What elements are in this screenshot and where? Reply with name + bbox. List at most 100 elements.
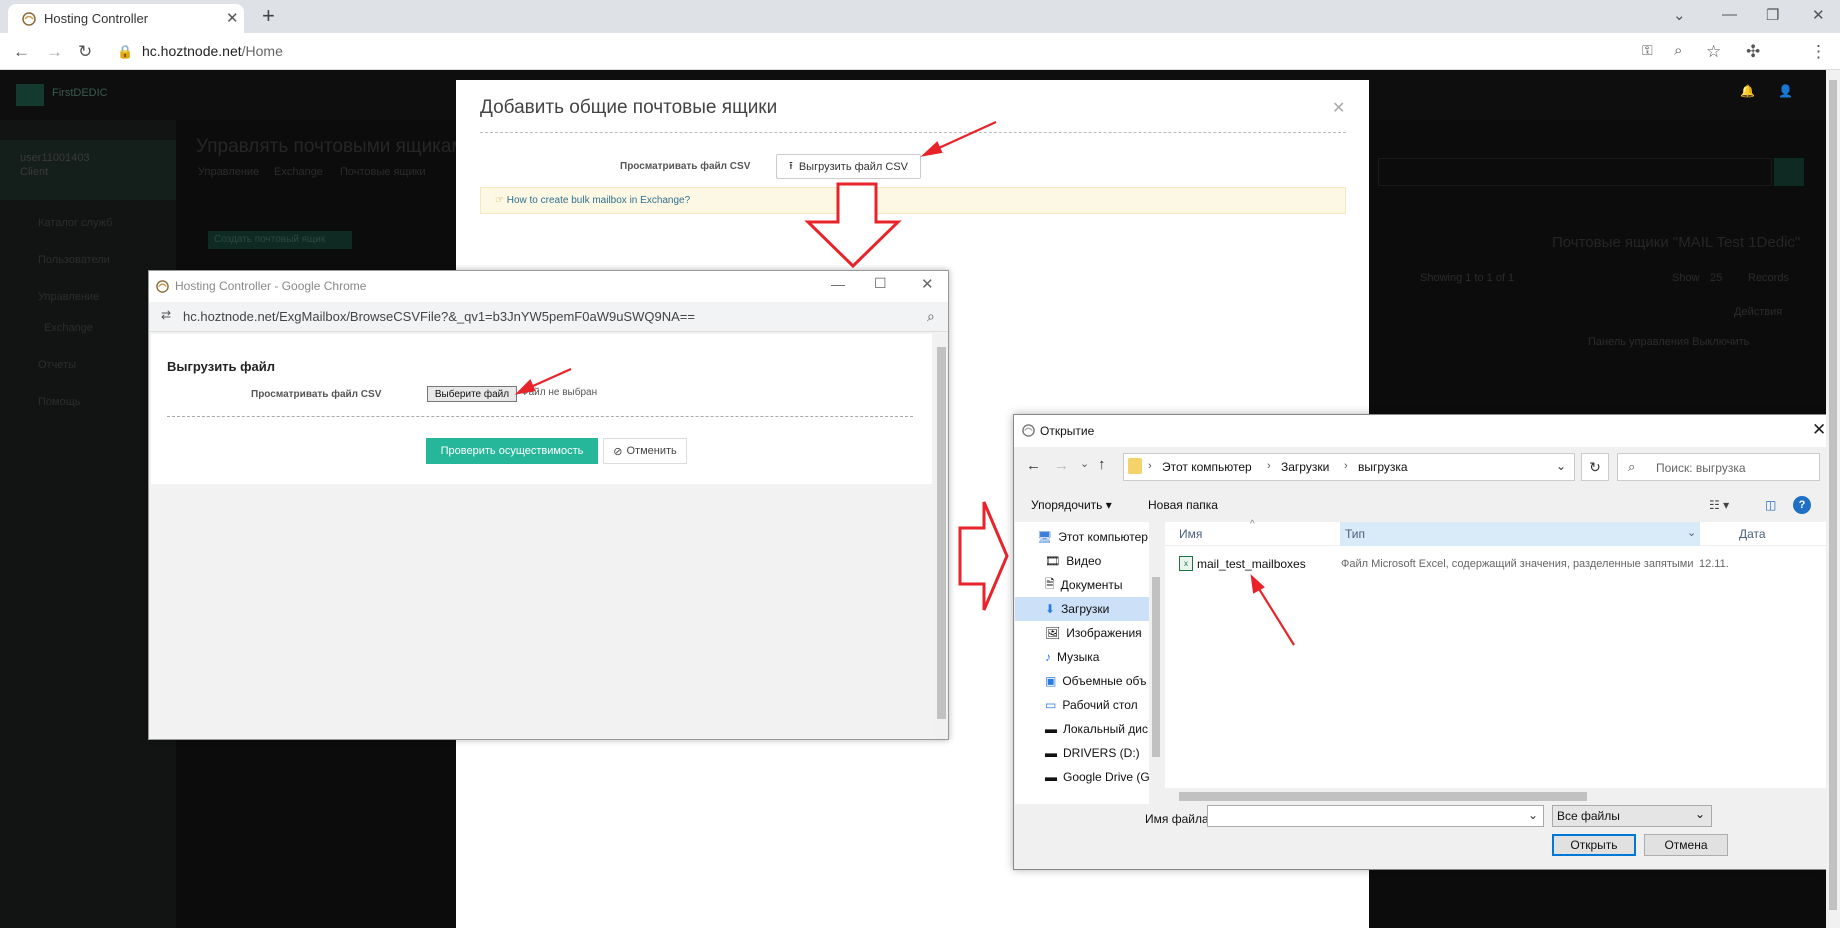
browser-tab[interactable]: Hosting Controller ✕ bbox=[8, 4, 244, 33]
nav-item-local-disk[interactable]: ▬ Локальный дис bbox=[1015, 717, 1149, 741]
chevron-down-icon[interactable]: ⌄ bbox=[1556, 459, 1566, 473]
scrollbar-thumb[interactable] bbox=[1179, 792, 1587, 801]
search-input[interactable]: ⌕ Поиск: выгрузка bbox=[1617, 453, 1820, 481]
bulk-mailbox-help-link[interactable]: How to create bulk mailbox in Exchange? bbox=[507, 195, 690, 206]
forward-icon[interactable]: → bbox=[1054, 457, 1069, 474]
new-tab-icon[interactable]: + bbox=[262, 3, 275, 29]
sidebar-item-catalog[interactable]: Каталог служб bbox=[38, 217, 112, 229]
nav-item-this-pc[interactable]: 🖥 Этот компьютер bbox=[1015, 525, 1149, 549]
hosting-controller-favicon bbox=[156, 280, 169, 293]
site-info-icon[interactable]: 🔒 bbox=[117, 44, 133, 60]
open-button[interactable]: Открыть bbox=[1552, 834, 1636, 856]
path-this-pc[interactable]: Этот компьютер bbox=[1162, 460, 1252, 474]
scrollbar-thumb[interactable] bbox=[1152, 577, 1160, 757]
close-tab-icon[interactable]: ✕ bbox=[226, 9, 239, 27]
sidebar-item-help[interactable]: Помощь bbox=[38, 396, 81, 408]
close-window-icon[interactable]: ✕ bbox=[1812, 6, 1825, 24]
close-icon[interactable]: ✕ bbox=[1332, 98, 1345, 118]
page-size-select[interactable]: 25 bbox=[1710, 272, 1722, 284]
sidebar-item-exchange[interactable]: Exchange bbox=[44, 322, 93, 334]
user-icon[interactable]: 👤 bbox=[1778, 84, 1793, 98]
forward-icon[interactable]: → bbox=[46, 42, 63, 62]
nav-item-videos[interactable]: 🎞 Видео bbox=[1015, 549, 1149, 573]
help-icon[interactable]: ? bbox=[1793, 496, 1811, 514]
sidebar-item-users[interactable]: Пользователи bbox=[38, 254, 110, 266]
path-export[interactable]: выгрузка bbox=[1358, 460, 1408, 474]
path-breadcrumb[interactable]: › Этот компьютер › Загрузки › выгрузка ⌄ bbox=[1123, 453, 1575, 481]
popup-url[interactable]: hc.hoztnode.net/ExgMailbox/BrowseCSVFile… bbox=[183, 309, 695, 324]
records-label: Records bbox=[1748, 272, 1789, 284]
chevron-down-icon: ⌄ bbox=[1687, 527, 1697, 539]
nav-item-downloads[interactable]: ⬇ Загрузки bbox=[1015, 597, 1149, 621]
upload-csv-button[interactable]: ⭱ Выгрузить файл CSV bbox=[776, 154, 921, 179]
up-icon[interactable]: ↑ bbox=[1098, 456, 1106, 473]
scrollbar-thumb[interactable] bbox=[1829, 80, 1837, 910]
page-scrollbar[interactable] bbox=[1826, 70, 1840, 928]
tune-icon[interactable]: ⇄ bbox=[161, 308, 171, 322]
nav-item-music[interactable]: ♪ Музыка bbox=[1015, 645, 1149, 669]
maximize-icon[interactable]: ☐ bbox=[874, 275, 887, 292]
zoom-icon[interactable]: ⌕ bbox=[1674, 42, 1682, 59]
nav-item-desktop[interactable]: ▭ Рабочий стол bbox=[1015, 693, 1149, 717]
tab-search-icon[interactable]: ⌄ bbox=[1673, 6, 1686, 24]
check-feasibility-button[interactable]: Проверить осуществимость bbox=[426, 438, 598, 464]
scrollbar-thumb[interactable] bbox=[937, 347, 946, 719]
search-input[interactable] bbox=[1378, 158, 1772, 186]
choose-file-button[interactable]: Выберите файл bbox=[427, 386, 517, 402]
cancel-button[interactable]: Отмена bbox=[1644, 834, 1728, 856]
file-row[interactable]: x mail_test_mailboxes Файл Microsoft Exc… bbox=[1165, 555, 1828, 575]
restore-icon[interactable]: ❐ bbox=[1766, 6, 1779, 24]
breadcrumb-mailboxes[interactable]: Почтовые ящики bbox=[340, 166, 426, 178]
close-icon[interactable]: ✕ bbox=[1812, 420, 1826, 440]
file-type: Файл Microsoft Excel, содержащий значени… bbox=[1341, 558, 1694, 570]
url-field[interactable]: hc.hoztnode.net/Home bbox=[142, 43, 283, 59]
recent-locations-icon[interactable]: ⌄ bbox=[1080, 457, 1089, 470]
preview-pane-icon[interactable]: ◫ bbox=[1765, 498, 1776, 512]
extensions-icon[interactable]: ✣ bbox=[1746, 42, 1760, 62]
tab-title: Hosting Controller bbox=[44, 11, 149, 26]
sidebar-item-reports[interactable]: Отчеты bbox=[38, 359, 76, 371]
breadcrumb-exchange[interactable]: Exchange bbox=[274, 166, 323, 178]
nav-item-documents[interactable]: 🗎 Документы bbox=[1015, 573, 1149, 597]
drive-icon: ▬ bbox=[1045, 770, 1057, 784]
divider bbox=[480, 132, 1346, 133]
refresh-button[interactable]: ↻ bbox=[1581, 453, 1609, 481]
file-name[interactable]: mail_test_mailboxes bbox=[1197, 557, 1306, 571]
notifications-icon[interactable]: 🔔 bbox=[1740, 84, 1755, 98]
browse-csv-label: Просматривать файл CSV bbox=[620, 161, 751, 172]
column-type-header[interactable]: Тип ⌄ bbox=[1340, 522, 1700, 546]
search-button[interactable] bbox=[1774, 158, 1804, 186]
minimize-icon[interactable]: — bbox=[1722, 6, 1737, 23]
back-icon[interactable]: ← bbox=[13, 42, 30, 62]
hamburger-icon[interactable] bbox=[16, 84, 44, 106]
chevron-down-icon[interactable]: ⌄ bbox=[1528, 808, 1538, 822]
upload-csv-button-label: Выгрузить файл CSV bbox=[798, 160, 909, 173]
minimize-icon[interactable]: — bbox=[831, 276, 845, 292]
nav-item-drivers[interactable]: ▬ DRIVERS (D:) bbox=[1015, 741, 1149, 765]
create-mailbox-button[interactable]: Создать почтовый ящик bbox=[208, 231, 352, 249]
nav-item-google-drive[interactable]: ▬ Google Drive (G: bbox=[1015, 765, 1149, 789]
nav-item-pictures[interactable]: 🖼 Изображения bbox=[1015, 621, 1149, 645]
nav-scrollbar[interactable] bbox=[1149, 522, 1163, 804]
zoom-icon[interactable]: ⌕ bbox=[927, 308, 935, 325]
filetype-select[interactable]: Все файлы ⌄ bbox=[1552, 805, 1712, 827]
view-options-icon[interactable]: ☷ ▾ bbox=[1709, 498, 1729, 512]
column-date-header[interactable]: Дата bbox=[1739, 527, 1766, 541]
close-window-icon[interactable]: ✕ bbox=[921, 275, 934, 293]
sidebar-item-manage[interactable]: Управление bbox=[38, 291, 99, 303]
column-name-header[interactable]: Имя bbox=[1179, 527, 1202, 541]
new-folder-button[interactable]: Новая папка bbox=[1148, 498, 1218, 512]
breadcrumb-manage[interactable]: Управление bbox=[198, 166, 259, 178]
path-downloads[interactable]: Загрузки bbox=[1281, 460, 1329, 474]
cancel-button[interactable]: ⊘ Отменить bbox=[603, 438, 687, 464]
row-actions[interactable]: Панель управления Выключить bbox=[1588, 336, 1749, 348]
menu-icon[interactable]: ⋮ bbox=[1810, 42, 1827, 62]
filename-input[interactable]: ⌄ bbox=[1207, 805, 1544, 827]
reload-icon[interactable]: ↻ bbox=[78, 42, 92, 62]
show-label: Show bbox=[1672, 272, 1700, 284]
key-icon[interactable]: ⚿ bbox=[1642, 42, 1653, 59]
bookmark-star-icon[interactable]: ☆ bbox=[1706, 42, 1721, 62]
nav-item-3d-objects[interactable]: ▣ Объемные объ bbox=[1015, 669, 1149, 693]
back-icon[interactable]: ← bbox=[1026, 457, 1041, 474]
organize-menu[interactable]: Упорядочить ▾ bbox=[1031, 498, 1112, 512]
